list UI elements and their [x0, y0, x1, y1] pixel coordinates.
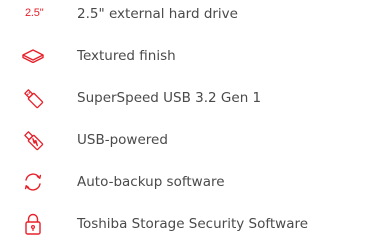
feature-label-finish: Textured finish [77, 48, 176, 64]
size-icon-text: 2.5" [25, 7, 44, 19]
usb-power-icon [18, 126, 48, 154]
feature-item-usb-power: USB-powered [0, 126, 367, 154]
feature-item-security: Toshiba Storage Security Software [0, 210, 367, 238]
feature-item-backup: Auto-backup software [0, 168, 367, 196]
size-2-5-inch-icon: 2.5" [18, 0, 48, 28]
usb-drive-icon [18, 84, 48, 112]
feature-label-security: Toshiba Storage Security Software [77, 216, 309, 232]
feature-item-size: 2.5" 2.5" external hard drive [0, 0, 367, 28]
feature-label-size: 2.5" external hard drive [77, 6, 238, 22]
feature-item-usb-speed: SuperSpeed USB 3.2 Gen 1 [0, 84, 367, 112]
feature-label-usb-speed: SuperSpeed USB 3.2 Gen 1 [77, 90, 262, 106]
textured-finish-icon [18, 42, 48, 70]
feature-list: 2.5" 2.5" external hard drive Textured f… [0, 0, 367, 240]
padlock-icon [18, 210, 48, 238]
feature-label-backup: Auto-backup software [77, 174, 225, 190]
feature-label-usb-power: USB-powered [77, 132, 168, 148]
feature-item-finish: Textured finish [0, 42, 367, 70]
sync-arrows-icon [18, 168, 48, 196]
